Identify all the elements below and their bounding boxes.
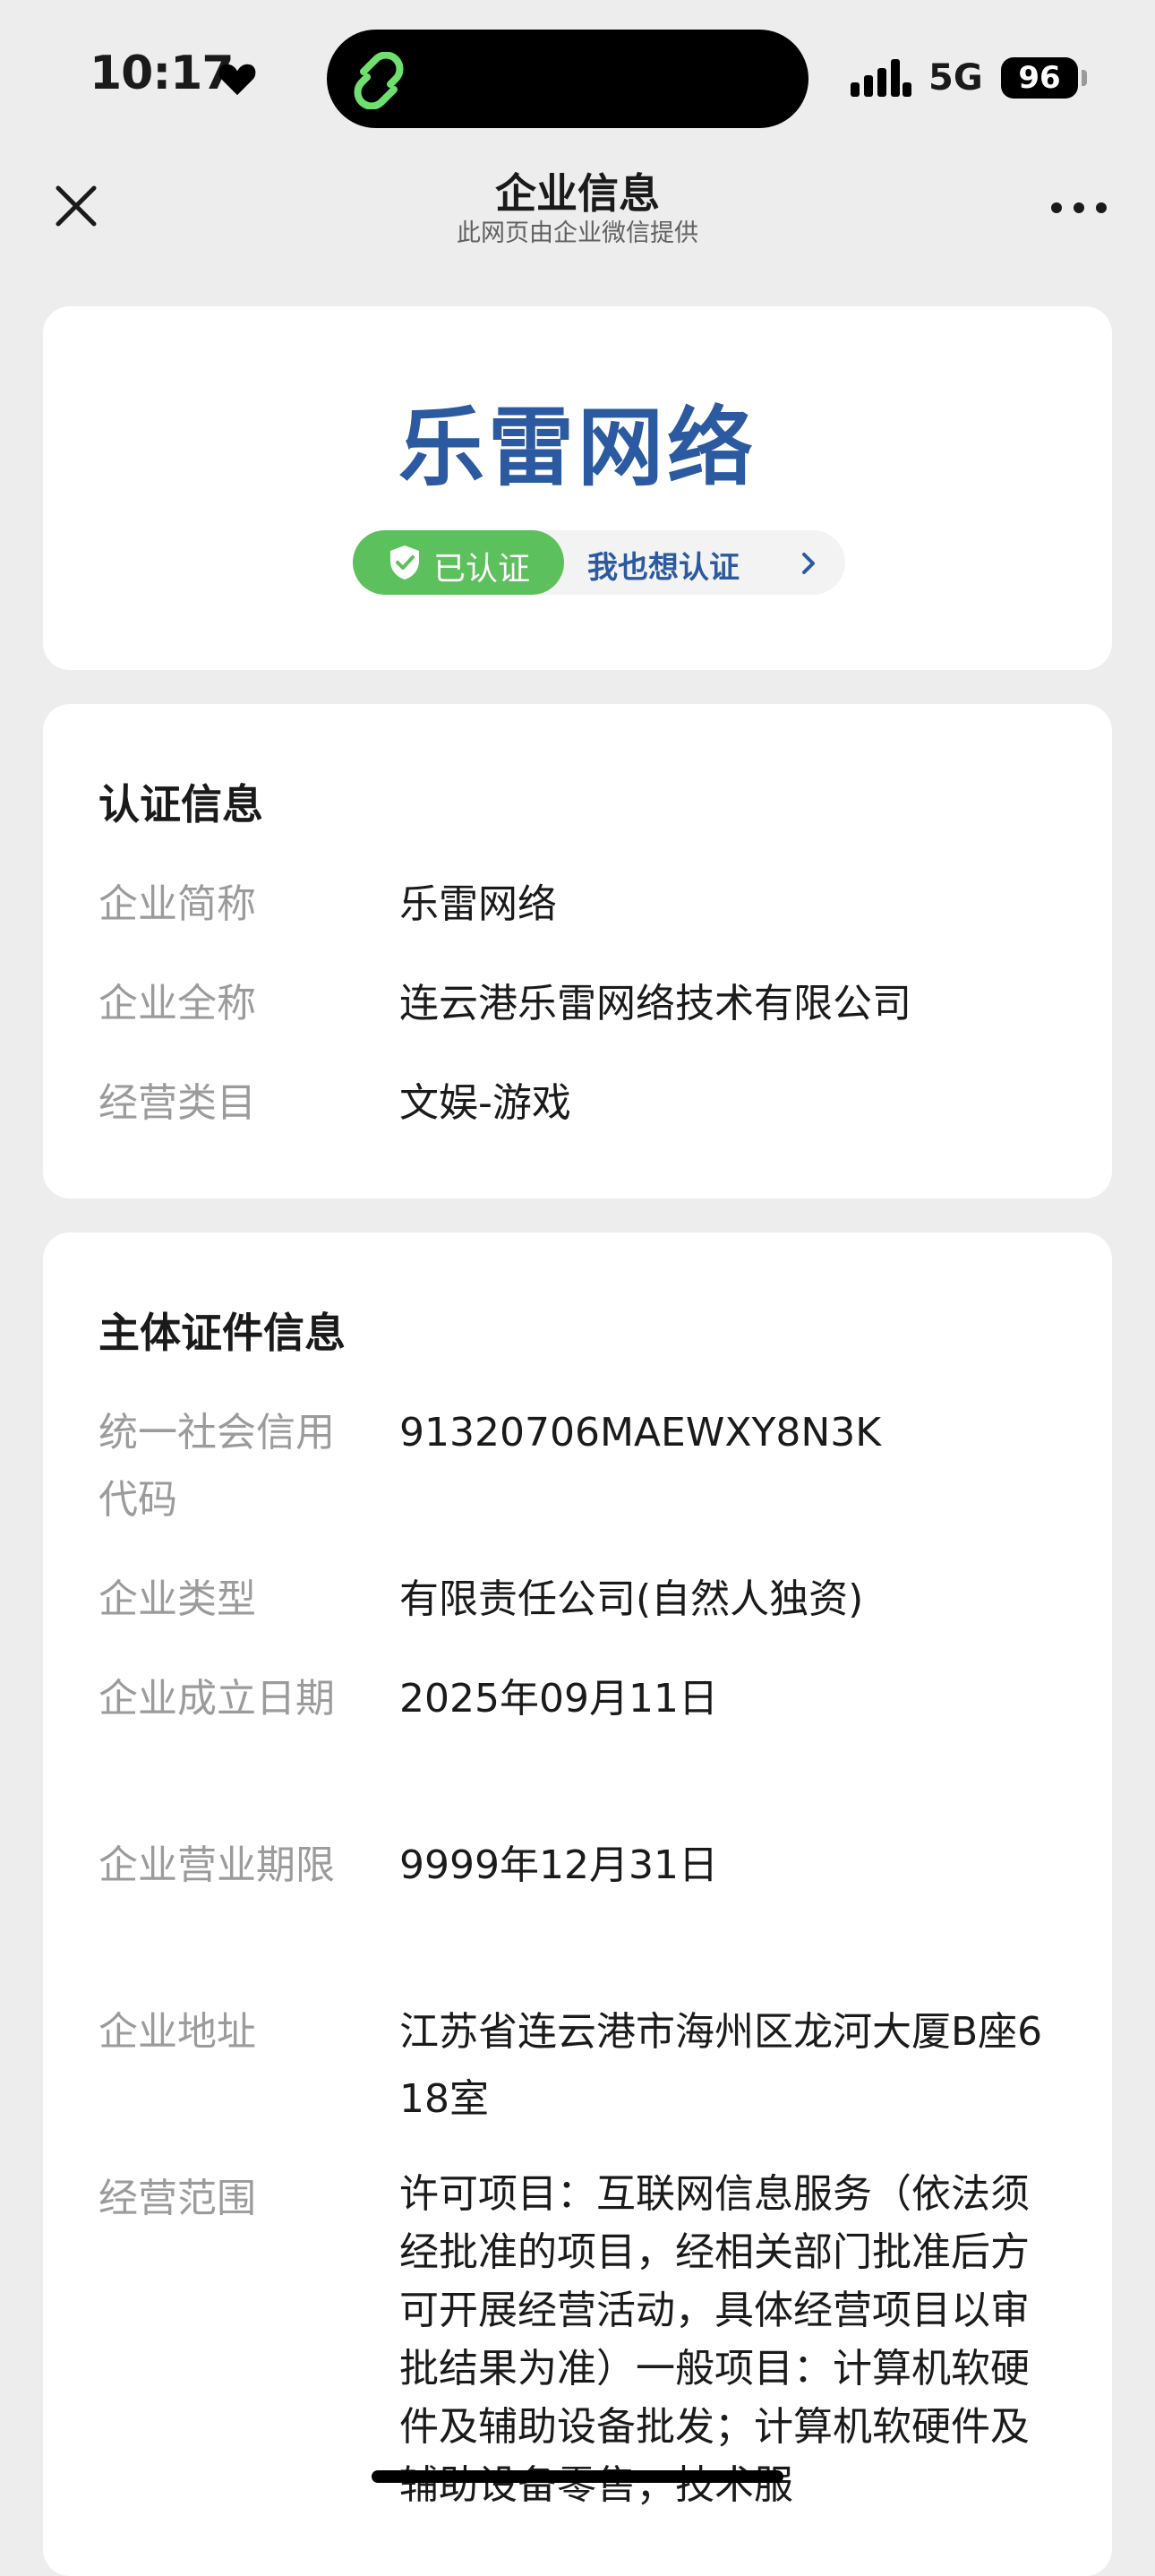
page-title: 企业信息 <box>495 169 660 218</box>
row-value: 9999年12月31日 <box>399 1842 718 1888</box>
shield-check-icon <box>390 545 419 580</box>
heart-icon <box>218 64 256 96</box>
more-icon[interactable] <box>1048 199 1110 217</box>
row-label: 企业简称 <box>98 881 256 927</box>
app-activity-icon <box>354 52 404 109</box>
row-value: 有限责任公司(自然人独资) <box>399 1576 864 1622</box>
apply-certification-link[interactable]: 我也想认证 <box>587 543 740 587</box>
certification-info-card: 认证信息 企业简称 乐雷网络 企业全称 连云港乐雷网络技术有限公司 经营类目 文… <box>43 704 1112 1198</box>
row-value: 乐雷网络 <box>399 881 557 927</box>
certified-badge: 已认证 <box>353 530 564 595</box>
row-label: 经营类目 <box>98 1080 256 1126</box>
company-header-card: 乐雷网络 已认证 我也想认证 <box>43 306 1112 670</box>
row-value: 文娱-游戏 <box>399 1080 571 1126</box>
nav-bar: 企业信息 此网页由企业微信提供 <box>0 152 1155 260</box>
row-label: 企业成立日期 <box>98 1676 335 1722</box>
row-label: 企业全称 <box>98 981 256 1026</box>
status-time: 10:17 <box>90 47 235 100</box>
row-value: 许可项目：互联网信息服务（依法须经批准的项目，经相关部门批准后方可开展经营活动，… <box>399 2171 1030 2508</box>
section-title: 主体证件信息 <box>98 1309 346 1357</box>
row-value: 2025年09月11日 <box>399 1676 718 1722</box>
certification-row: 已认证 我也想认证 <box>353 530 845 595</box>
battery-icon: 96 <box>1001 57 1078 99</box>
network-type: 5G <box>928 57 983 99</box>
battery-tip <box>1082 70 1087 86</box>
row-value: 江苏省连云港市海州区龙河大厦B座618室 <box>399 2009 1043 2122</box>
row-label: 企业营业期限 <box>98 1842 335 1888</box>
certified-label: 已认证 <box>433 551 531 588</box>
company-name: 乐雷网络 <box>398 398 757 498</box>
status-bar: 10:17 5G 96 <box>0 0 1155 152</box>
chevron-right-icon[interactable] <box>800 552 817 575</box>
page-subtitle: 此网页由企业微信提供 <box>457 219 698 247</box>
home-indicator[interactable] <box>372 2470 783 2483</box>
signal-icon <box>851 59 911 97</box>
row-value: 91320706MAEWXY8N3K <box>399 1410 882 1455</box>
row-label: 统一社会信用代码 <box>98 1410 335 1523</box>
row-value: 连云港乐雷网络技术有限公司 <box>399 981 911 1026</box>
row-label: 经营范围 <box>98 2176 256 2221</box>
row-label: 企业地址 <box>98 2009 256 2055</box>
entity-license-card: 主体证件信息 统一社会信用代码 91320706MAEWXY8N3K 企业类型 … <box>43 1232 1112 2576</box>
section-title: 认证信息 <box>98 780 263 829</box>
row-label: 企业类型 <box>98 1576 256 1622</box>
